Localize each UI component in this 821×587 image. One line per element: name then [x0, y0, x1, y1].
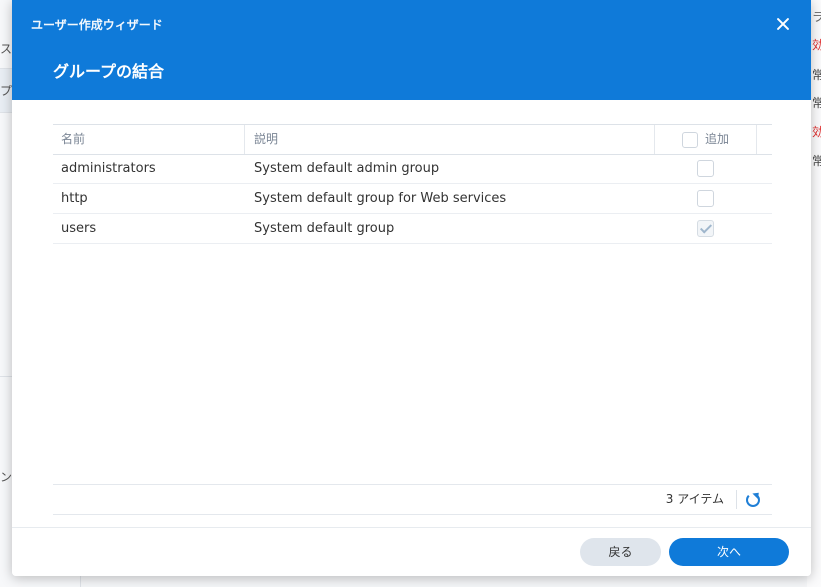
column-header-add[interactable]: 追加: [655, 125, 757, 154]
close-icon[interactable]: [773, 14, 793, 34]
dialog-header: ユーザー作成ウィザード グループの結合: [12, 0, 811, 100]
paging-toolbar: 3 アイテム: [53, 484, 772, 515]
background-sidebar-text: プ: [0, 84, 13, 98]
back-button[interactable]: 戻る: [580, 538, 661, 566]
background-list-text: 常: [812, 96, 821, 110]
column-header-add-label: 追加: [705, 132, 730, 146]
group-name: administrators: [61, 161, 156, 176]
group-grid: 名前 説明 追加 administrators System default a…: [53, 124, 772, 514]
background-list-text: 常: [812, 68, 821, 82]
table-row[interactable]: administrators System default admin grou…: [53, 154, 772, 184]
group-description: System default admin group: [254, 161, 440, 176]
select-all-checkbox[interactable]: [682, 132, 698, 148]
background-list-text: 常: [812, 154, 821, 168]
column-header-description[interactable]: 説明: [245, 125, 655, 154]
group-name: http: [61, 191, 88, 206]
table-row[interactable]: http System default group for Web servic…: [53, 184, 772, 214]
step-title: グループの結合: [53, 62, 165, 81]
group-name: users: [61, 221, 97, 236]
item-count: 3 アイテム: [665, 492, 724, 506]
add-group-checkbox[interactable]: [697, 190, 714, 207]
group-description: System default group for Web services: [254, 191, 507, 206]
window-title: ユーザー作成ウィザード: [31, 18, 163, 32]
table-row[interactable]: users System default group: [53, 214, 772, 244]
background-list-text: 効: [812, 38, 821, 52]
refresh-icon[interactable]: [746, 493, 760, 507]
grid-body: administrators System default admin grou…: [53, 154, 772, 244]
column-header-name[interactable]: 名前: [53, 125, 245, 154]
add-group-checkbox[interactable]: [697, 220, 714, 237]
dialog-footer: 戻る 次へ: [12, 527, 811, 576]
background-list-text: ラ: [812, 10, 821, 24]
background-list-text: 効: [812, 125, 821, 139]
next-button[interactable]: 次へ: [669, 538, 789, 566]
background-sidebar-text: ス: [0, 42, 13, 56]
background-sidebar-text: ン: [0, 470, 13, 484]
grid-header: 名前 説明 追加: [53, 124, 772, 155]
group-description: System default group: [254, 221, 395, 236]
add-group-checkbox[interactable]: [697, 160, 714, 177]
user-creation-wizard-dialog: ユーザー作成ウィザード グループの結合 名前 説明 追加 administrat…: [12, 0, 811, 576]
paging-divider: [736, 490, 737, 509]
